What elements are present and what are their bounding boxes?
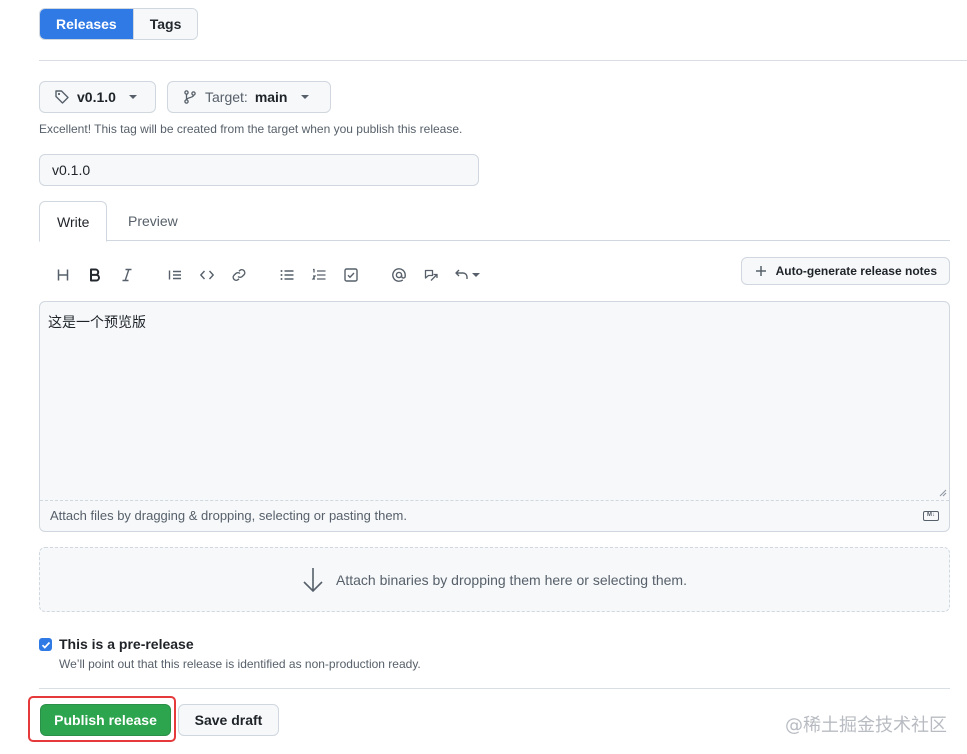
tab-write[interactable]: Write [39, 201, 108, 242]
divider [39, 688, 950, 689]
tag-icon [55, 90, 69, 104]
auto-generate-notes-button[interactable]: Auto-generate release notes [740, 257, 950, 285]
publish-release-button[interactable]: Publish release [40, 704, 171, 736]
markdown-toolbar [47, 262, 487, 288]
prerelease-checkbox[interactable] [39, 638, 52, 651]
tag-hint-text: Excellent! This tag will be created from… [39, 122, 463, 136]
save-draft-button[interactable]: Save draft [178, 704, 279, 736]
chevron-down-icon [128, 95, 137, 99]
bulleted-list-icon[interactable] [271, 262, 303, 288]
undo-icon[interactable] [447, 262, 487, 288]
release-title-input[interactable] [39, 154, 479, 186]
tab-tags[interactable]: Tags [132, 9, 198, 39]
tag-picker-value: v0.1.0 [77, 89, 116, 105]
target-picker-button[interactable]: Target: main [167, 81, 331, 113]
reference-icon[interactable] [415, 262, 447, 288]
tag-picker-button[interactable]: v0.1.0 [39, 81, 156, 113]
prerelease-label[interactable]: This is a pre-release [59, 636, 194, 652]
plus-icon [755, 266, 766, 276]
editor-tabs: Write Preview [39, 201, 950, 242]
link-icon[interactable] [223, 262, 255, 288]
auto-generate-label: Auto-generate release notes [775, 264, 937, 278]
numbered-list-icon[interactable] [303, 262, 335, 288]
target-picker-value: main [254, 89, 288, 105]
bold-icon[interactable] [79, 262, 111, 288]
quote-icon[interactable] [159, 262, 191, 288]
chevron-down-icon [472, 273, 480, 277]
arrow-down-icon [303, 567, 323, 592]
binaries-hint: Attach binaries by dropping them here or… [336, 571, 687, 588]
code-icon[interactable] [191, 262, 223, 288]
checkmark-icon [41, 641, 50, 649]
italic-icon[interactable] [111, 262, 143, 288]
tab-preview[interactable]: Preview [111, 201, 195, 242]
divider [39, 60, 967, 61]
task-list-icon[interactable] [335, 262, 367, 288]
releases-tags-switch: Releases Tags [39, 8, 199, 40]
target-picker-label: Target: [205, 89, 248, 105]
tab-releases[interactable]: Releases [40, 9, 133, 39]
release-notes-editor: 这是一个预览版 Attach files by dragging & dropp… [39, 301, 950, 532]
chevron-down-icon [300, 95, 309, 99]
markdown-icon: M↓ [923, 511, 939, 521]
heading-icon[interactable] [47, 262, 79, 288]
attach-files-hint[interactable]: Attach files by dragging & dropping, sel… [50, 508, 407, 523]
watermark: @稀土掘金技术社区 [785, 715, 947, 736]
mention-icon[interactable] [383, 262, 415, 288]
binaries-dropzone[interactable]: Attach binaries by dropping them here or… [39, 547, 950, 612]
release-notes-textarea[interactable]: 这是一个预览版 [40, 302, 949, 501]
prerelease-description: We’ll point out that this release is ide… [59, 657, 421, 671]
branch-icon [184, 90, 196, 104]
resize-handle-icon[interactable] [939, 489, 947, 497]
